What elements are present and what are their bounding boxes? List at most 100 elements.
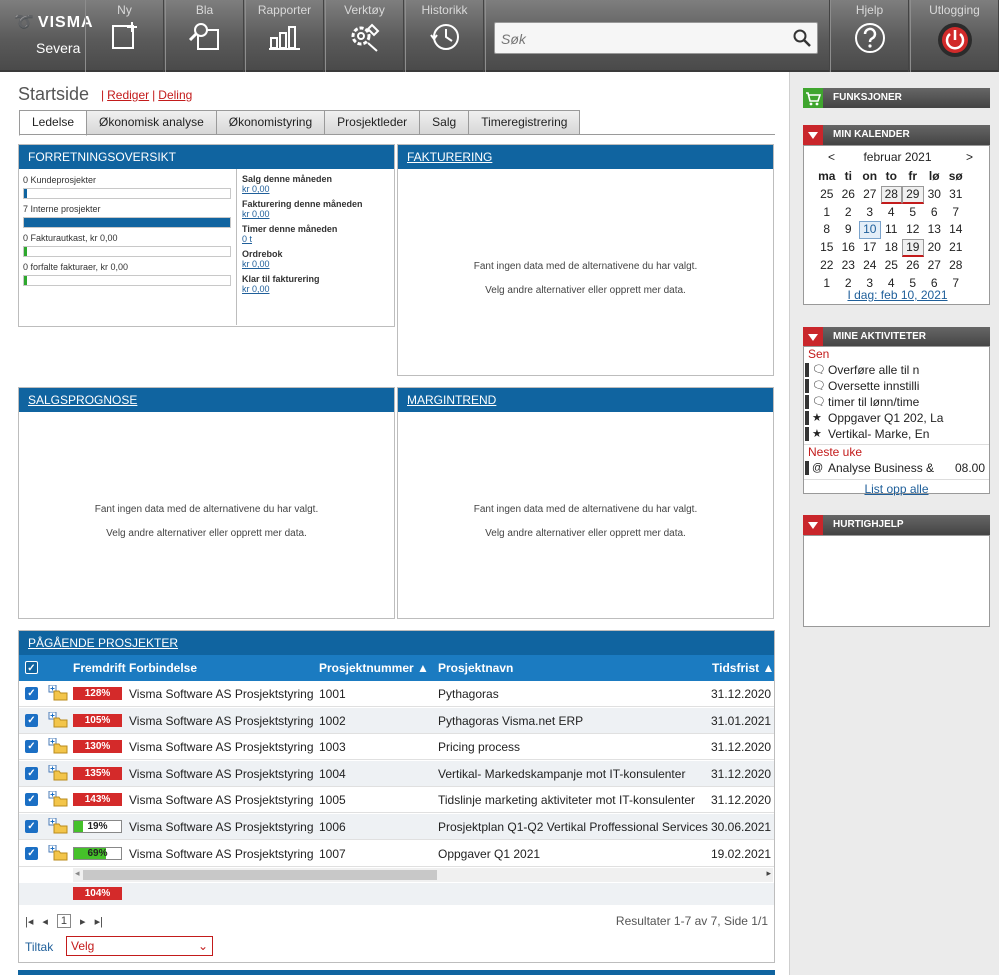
scroll-right-icon[interactable]: ▸ — [766, 868, 771, 879]
tab-ledelse[interactable]: Ledelse — [19, 110, 88, 136]
calendar-day[interactable]: 30 — [924, 186, 946, 204]
next-month-button[interactable]: > — [966, 150, 973, 164]
calendar-day[interactable]: 16 — [838, 239, 860, 257]
first-page-icon[interactable]: |◂ — [25, 915, 33, 928]
calendar-day[interactable]: 11 — [881, 221, 903, 239]
project-name-cell[interactable]: Pricing process — [438, 740, 708, 754]
calendar-day[interactable]: 2 — [838, 204, 860, 222]
folder-icon[interactable] — [48, 764, 68, 781]
tab-okonomisk-analyse[interactable]: Økonomisk analyse — [86, 110, 217, 135]
tab-salg[interactable]: Salg — [419, 110, 470, 135]
calendar-day[interactable]: 27 — [859, 186, 881, 204]
search-input[interactable] — [501, 29, 781, 49]
activity-item[interactable]: 🗨 Overføre alle til n — [804, 362, 989, 378]
calendar-day[interactable]: 31 — [945, 186, 967, 204]
project-name-cell[interactable]: Pythagoras Visma.net ERP — [438, 714, 708, 728]
calendar-day[interactable]: 7 — [945, 204, 967, 222]
search-icon[interactable] — [793, 29, 811, 47]
table-row[interactable]: ✓ 105% Visma Software AS Prosjektstyring 10… — [19, 707, 774, 734]
activity-item[interactable]: ★ Oppgaver Q1 202, La — [804, 410, 989, 426]
nav-tools-button[interactable]: Verktøy — [325, 0, 404, 72]
tab-prosjektleder[interactable]: Prosjektleder — [324, 110, 421, 135]
calendar-day[interactable]: 8 — [816, 221, 838, 239]
activity-item[interactable]: ★ Vertikal- Marke, En — [804, 426, 989, 442]
row-checkbox[interactable]: ✓ — [25, 740, 38, 754]
activities-widget-header[interactable]: MINE AKTIVITETER — [803, 327, 990, 347]
column-header-project-number[interactable]: Prosjektnummer ▲ — [319, 661, 429, 675]
table-row[interactable]: ✓ 69% Visma Software AS Prosjektstyring 100… — [19, 841, 774, 867]
calendar-day[interactable]: 4 — [881, 204, 903, 222]
calendar-day[interactable]: 9 — [838, 221, 860, 239]
nav-browse-button[interactable]: Bla — [165, 0, 244, 72]
calendar-day[interactable]: 26 — [838, 186, 860, 204]
nav-new-button[interactable]: Ny — [85, 0, 164, 72]
search-box[interactable] — [494, 22, 818, 54]
calendar-day[interactable]: 13 — [924, 221, 946, 239]
next-page-icon[interactable]: ▸ — [80, 915, 86, 928]
prev-page-icon[interactable]: ◂ — [42, 915, 48, 928]
column-header-progress[interactable]: Fremdrift — [73, 661, 126, 675]
calendar-day[interactable]: 3 — [859, 204, 881, 222]
row-checkbox[interactable]: ✓ — [25, 687, 38, 700]
folder-icon[interactable] — [48, 738, 68, 754]
nav-reports-button[interactable]: Rapporter — [245, 0, 324, 72]
logo[interactable]: ➰ VISMA Severa — [0, 0, 93, 72]
list-all-link[interactable]: List opp alle — [804, 479, 989, 496]
kpi-value-link[interactable]: kr 0,00 — [242, 209, 394, 219]
calendar-day[interactable]: 26 — [902, 257, 924, 275]
calendar-day[interactable]: 20 — [924, 239, 946, 257]
folder-icon[interactable] — [48, 791, 68, 807]
row-checkbox[interactable]: ✓ — [25, 766, 38, 780]
select-all-checkbox[interactable]: ✓ — [25, 661, 38, 674]
collapse-icon[interactable] — [803, 125, 823, 145]
project-name-cell[interactable]: Pythagoras — [438, 687, 708, 701]
table-row[interactable]: ✓ 143% Visma Software AS Prosjektstyring 10… — [19, 787, 774, 814]
row-checkbox[interactable]: ✓ — [25, 793, 38, 807]
calendar-day[interactable]: 12 — [902, 221, 924, 239]
actions-select[interactable]: Velg ⌄ — [66, 936, 213, 956]
nav-help-button[interactable]: Hjelp — [830, 0, 909, 72]
activity-item[interactable]: @ Analyse Business & 08.00 — [804, 460, 989, 476]
table-row[interactable]: ✓ 128% Visma Software AS Prosjektstyring 10… — [19, 681, 774, 707]
calendar-day[interactable]: 24 — [859, 257, 881, 275]
column-header-customer[interactable]: Forbindelse — [129, 661, 197, 675]
calendar-day[interactable]: 22 — [816, 257, 838, 275]
panel-title-link[interactable]: PÅGÅENDE PROSJEKTER — [19, 631, 774, 655]
share-link[interactable]: Deling — [158, 88, 192, 102]
horizontal-scrollbar[interactable]: ◂ ▸ — [73, 868, 773, 882]
row-checkbox[interactable]: ✓ — [25, 846, 38, 860]
kpi-value-link[interactable]: kr 0,00 — [242, 259, 394, 269]
column-header-project-name[interactable]: Prosjektnavn — [438, 661, 513, 675]
folder-icon[interactable] — [48, 685, 68, 701]
calendar-day[interactable]: 14 — [945, 221, 967, 239]
panel-title-link[interactable]: MARGINTREND — [398, 388, 773, 412]
calendar-day[interactable]: 29 — [902, 185, 924, 204]
row-checkbox[interactable]: ✓ — [25, 713, 38, 727]
collapse-icon[interactable] — [803, 515, 823, 535]
functions-button[interactable]: FUNKSJONER — [803, 88, 990, 108]
calendar-day[interactable]: 28 — [945, 257, 967, 275]
scroll-left-icon[interactable]: ◂ — [75, 868, 80, 879]
column-header-deadline[interactable]: Tidsfrist ▲ — [712, 661, 774, 675]
last-page-icon[interactable]: ▸| — [95, 915, 103, 928]
quickhelp-widget-header[interactable]: HURTIGHJELP — [803, 515, 990, 535]
calendar-day[interactable]: 25 — [816, 186, 838, 204]
project-name-cell[interactable]: Oppgaver Q1 2021 — [438, 847, 708, 861]
calendar-day[interactable]: 1 — [816, 204, 838, 222]
project-name-cell[interactable]: Tidslinje marketing aktiviteter mot IT-k… — [438, 793, 708, 807]
calendar-day[interactable]: 6 — [924, 204, 946, 222]
activity-item[interactable]: 🗨 timer til lønn/time — [804, 394, 989, 410]
table-row[interactable]: ✓ 135% Visma Software AS Prosjektstyring 10… — [19, 760, 774, 787]
kpi-value-link[interactable]: 0 t — [242, 234, 394, 244]
page-number[interactable]: 1 — [56, 914, 72, 928]
calendar-day[interactable]: 18 — [881, 239, 903, 257]
calendar-day[interactable]: 5 — [902, 204, 924, 222]
kpi-value-link[interactable]: kr 0,00 — [242, 184, 394, 194]
calendar-day[interactable]: 15 — [816, 239, 838, 257]
tab-timeregistrering[interactable]: Timeregistrering — [468, 110, 581, 135]
calendar-widget-header[interactable]: MIN KALENDER — [803, 125, 990, 145]
calendar-day[interactable]: 25 — [881, 257, 903, 275]
calendar-day[interactable]: 27 — [924, 257, 946, 275]
collapse-icon[interactable] — [803, 327, 823, 347]
calendar-day[interactable]: 28 — [880, 185, 902, 204]
